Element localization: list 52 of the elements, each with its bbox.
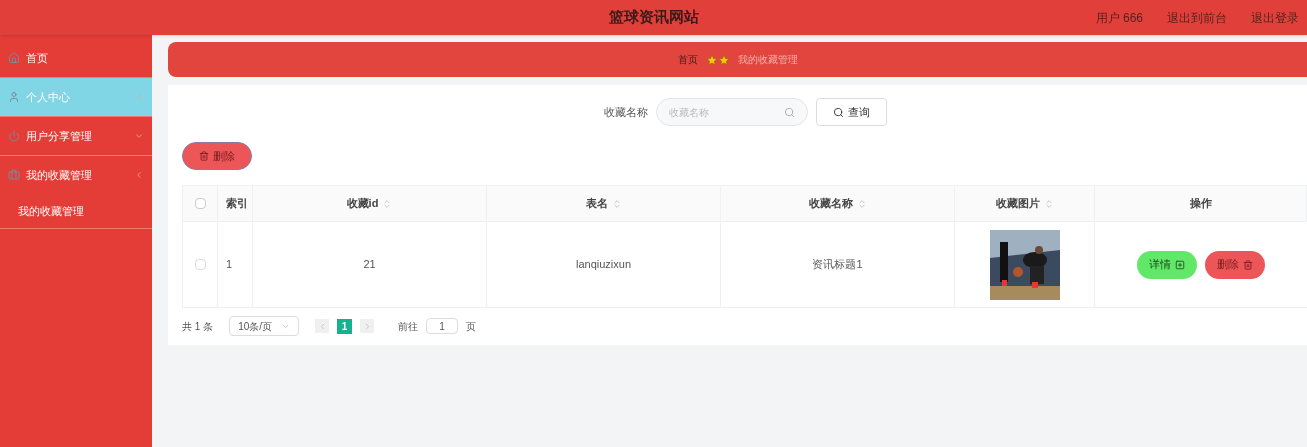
- sidebar-subitem[interactable]: 我的收藏管理: [0, 194, 152, 228]
- star-icon: [706, 53, 718, 66]
- power-icon: [8, 130, 20, 142]
- header-link[interactable]: 退出登录: [1251, 8, 1299, 27]
- goto-page-field[interactable]: 1: [426, 318, 459, 334]
- column-header: 索引: [226, 196, 248, 212]
- sort-icon[interactable]: [611, 198, 622, 209]
- page-suffix: 页: [466, 319, 477, 334]
- column-header: 操作: [1189, 196, 1212, 212]
- briefcase-icon: [8, 169, 20, 181]
- prev-page-button[interactable]: [315, 319, 330, 333]
- search-icon: [783, 106, 795, 118]
- star-icon: [718, 53, 730, 66]
- column-header[interactable]: 表名: [585, 195, 608, 212]
- header-link[interactable]: 退出到前台: [1167, 8, 1227, 27]
- page-button[interactable]: 1: [337, 318, 353, 334]
- column-header[interactable]: 收藏图片: [995, 195, 1040, 212]
- delete-button[interactable]: 删除: [1205, 250, 1265, 279]
- sidebar-item[interactable]: 首页: [0, 39, 152, 77]
- search-input[interactable]: 收藏名称: [668, 104, 784, 120]
- row-checkbox[interactable]: [194, 259, 206, 270]
- user-icon: [8, 91, 20, 103]
- table-cell-text: 21: [363, 257, 376, 273]
- search-field[interactable]: 收藏名称: [655, 98, 808, 126]
- sort-icon[interactable]: [1043, 198, 1054, 209]
- goto-label: 前往: [398, 319, 419, 334]
- column-header[interactable]: 收藏名称: [808, 195, 853, 212]
- sidebar-item[interactable]: 用户分享管理: [0, 117, 152, 155]
- table-cell-text: 资讯标题1: [812, 257, 863, 273]
- sort-icon[interactable]: [856, 198, 867, 209]
- trash-icon: [199, 151, 209, 161]
- table-cell-text: lanqiuzixun: [575, 257, 631, 273]
- breadcrumb-home[interactable]: 首页: [678, 52, 698, 67]
- search-icon: [832, 106, 844, 118]
- column-header[interactable]: 收藏id: [346, 195, 379, 212]
- plus-square-icon: [1175, 259, 1185, 270]
- sort-icon[interactable]: [382, 198, 393, 209]
- sidebar-item[interactable]: 我的收藏管理: [0, 156, 152, 194]
- site-title: 篮球资讯网站: [608, 7, 699, 28]
- table-cell-text: 1: [226, 257, 233, 273]
- delete-button[interactable]: 删除: [182, 142, 252, 170]
- page-size-select[interactable]: 10条/页: [229, 316, 300, 336]
- next-page-button[interactable]: [360, 319, 375, 333]
- header-link[interactable]: 用户 666: [1095, 8, 1143, 27]
- search-label: 收藏名称: [603, 104, 648, 120]
- trash-icon: [1243, 259, 1253, 270]
- home-icon: [8, 52, 20, 64]
- query-button[interactable]: 查询: [815, 98, 887, 126]
- select-all-checkbox[interactable]: [194, 198, 206, 209]
- breadcrumb-current: 我的收藏管理: [738, 53, 798, 67]
- details-button[interactable]: 详情: [1137, 250, 1197, 279]
- total-count: 共 1 条: [182, 319, 214, 334]
